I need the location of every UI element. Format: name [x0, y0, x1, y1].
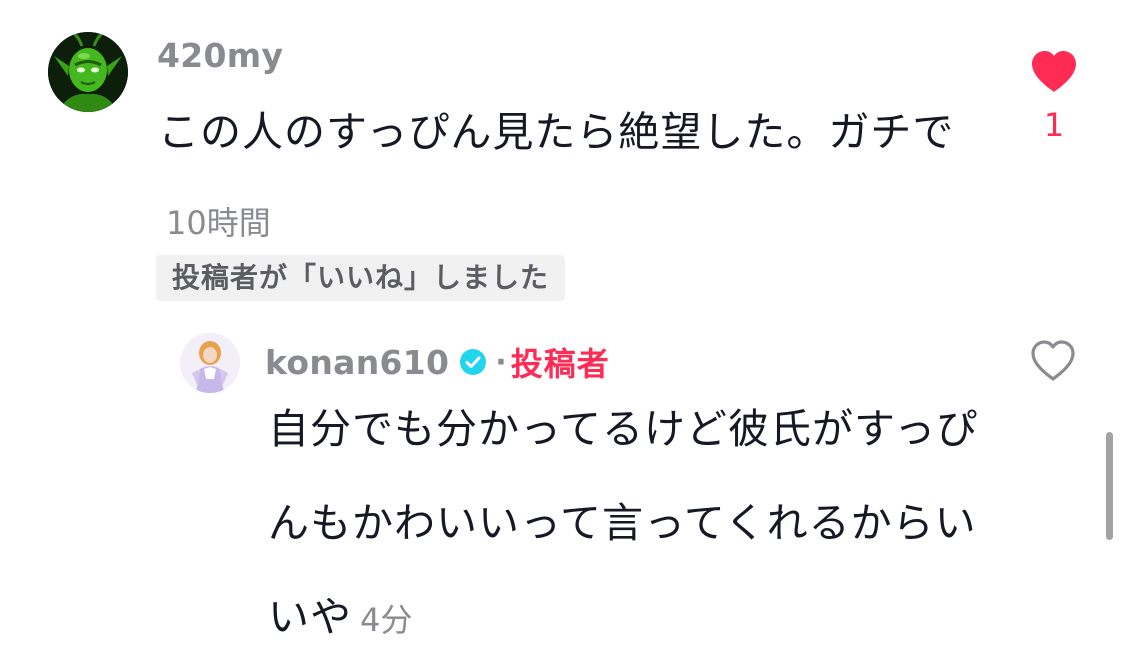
- avatar-image: [180, 333, 240, 393]
- like-button[interactable]: [1030, 50, 1078, 94]
- heart-icon: [1032, 51, 1076, 92]
- scrollbar-thumb[interactable]: [1106, 432, 1113, 540]
- comment-body: この人のすっぴん見たら絶望した。ガチで 10時間: [158, 88, 988, 267]
- reply-timestamp: 4分: [360, 601, 413, 639]
- reply-header: konan610 · 投稿者: [265, 338, 610, 386]
- replier-avatar[interactable]: [180, 333, 240, 393]
- replier-username[interactable]: konan610: [265, 343, 449, 382]
- heart-outline-icon: [1031, 340, 1075, 381]
- comment-text: この人のすっぴん見たら絶望した。ガチで: [158, 108, 955, 156]
- liked-by-creator-badge: 投稿者が「いいね」しました: [156, 255, 566, 301]
- commenter-username[interactable]: 420my: [157, 36, 283, 75]
- like-count: 1: [1043, 106, 1065, 144]
- avatar-image: [48, 32, 128, 112]
- reply-like-button[interactable]: [1030, 340, 1076, 382]
- comment-timestamp: 10時間: [166, 204, 271, 242]
- separator-dot: ·: [495, 344, 507, 380]
- reply-body: 自分でも分かってるけど彼氏がすっぴんもかわいいって言ってくれるからいいや 4分: [268, 382, 1008, 667]
- verified-badge-icon: [459, 348, 487, 376]
- commenter-avatar[interactable]: [48, 32, 128, 112]
- creator-label: 投稿者: [510, 345, 610, 383]
